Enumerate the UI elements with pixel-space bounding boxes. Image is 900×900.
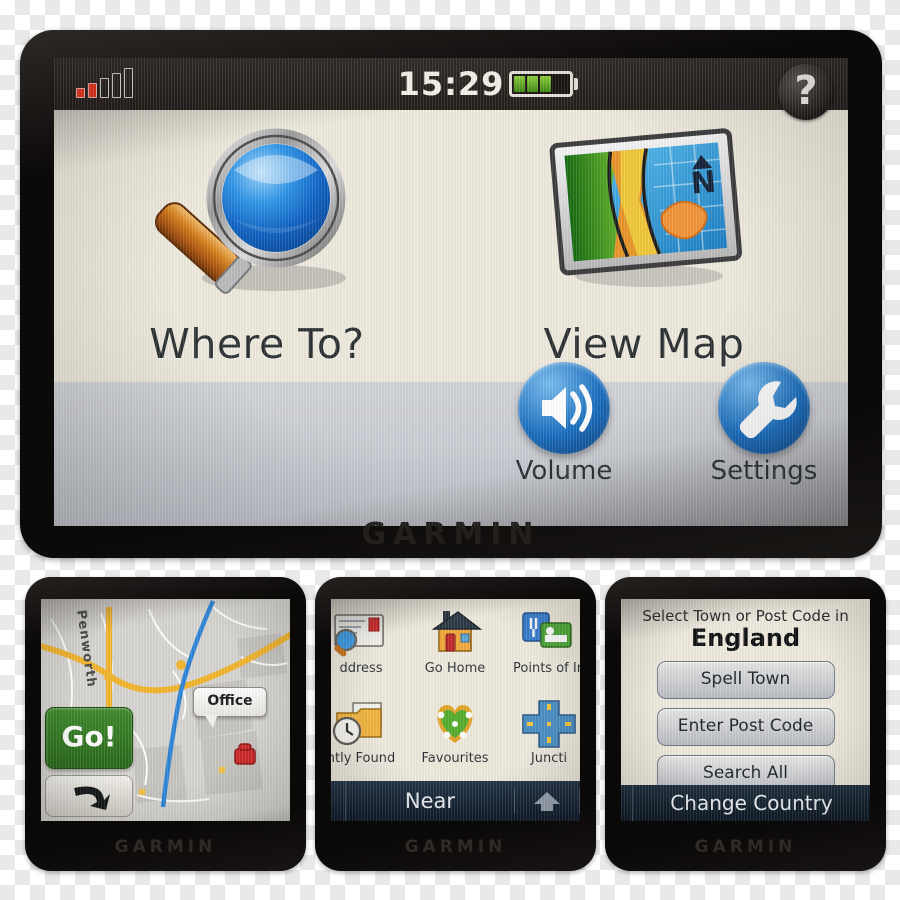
near-bar: Near xyxy=(331,781,580,821)
garmin-brand-2: GARMIN xyxy=(404,837,507,857)
map-view-device: GARMIN Penworth Office Go! xyxy=(25,577,306,871)
house-icon xyxy=(425,607,485,661)
menu-label-go-home: Go Home xyxy=(424,661,486,676)
settings-button[interactable]: Settings xyxy=(679,362,848,486)
select-town-device: GARMIN Select Town or Post Code in Engla… xyxy=(605,577,886,871)
magnifying-glass-icon xyxy=(142,126,372,316)
volume-button[interactable]: Volume xyxy=(479,362,649,486)
menu-item-recently-found[interactable]: ntly Found xyxy=(331,697,403,766)
back-button[interactable] xyxy=(45,775,133,817)
main-gps-device: GARMIN 15:29 ? Where To? N View Map Volu… xyxy=(20,30,882,558)
up-arrow-icon xyxy=(534,792,560,811)
status-bar: 15:29 ? xyxy=(54,58,848,120)
spell-town-button[interactable]: Spell Town xyxy=(656,661,835,699)
map-icon: N xyxy=(529,126,759,316)
map-view-screen: Penworth Office Go! xyxy=(41,599,290,821)
menu-label-address: ddress xyxy=(339,661,383,676)
main-device-screen: 15:29 ? Where To? N View Map Volume Sett… xyxy=(54,58,848,526)
battery-icon xyxy=(509,71,578,97)
address-envelope-icon xyxy=(331,607,391,661)
country-name: England xyxy=(690,624,801,652)
main-menu-body: Where To? N View Map Volume Settings xyxy=(54,110,848,526)
help-button[interactable]: ? xyxy=(778,64,834,120)
change-country-label: Change Country xyxy=(670,791,833,815)
near-bar-left-segment[interactable] xyxy=(331,781,346,821)
map-callout[interactable]: Office xyxy=(193,687,267,728)
where-to-button[interactable]: Where To? xyxy=(92,126,422,368)
where-to-menu-screen: ddress Go Home Points of In ntly Found F… xyxy=(331,599,580,821)
menu-item-junctions[interactable]: Juncti xyxy=(507,697,580,766)
speaker-icon xyxy=(518,362,610,454)
menu-item-points-of-interest[interactable]: Points of In xyxy=(507,607,580,676)
menu-label-recently-found: ntly Found xyxy=(331,751,396,766)
where-to-menu-device: GARMIN ddress Go Home Points of In ntly … xyxy=(315,577,596,871)
map-canvas[interactable]: Penworth Office Go! xyxy=(41,599,290,821)
menu-label-junctions: Juncti xyxy=(530,751,568,766)
scroll-up-button[interactable] xyxy=(515,788,580,814)
select-town-screen: Select Town or Post Code in England Spel… xyxy=(621,599,870,821)
points-of-interest-icon xyxy=(519,607,579,661)
enter-post-code-button[interactable]: Enter Post Code xyxy=(656,708,835,746)
where-to-label: Where To? xyxy=(149,320,365,368)
select-town-title: Select Town or Post Code in xyxy=(642,607,849,625)
menu-label-favourites: Favourites xyxy=(421,751,489,766)
garmin-brand-3: GARMIN xyxy=(694,837,797,857)
change-country-bar[interactable]: Change Country xyxy=(621,785,870,821)
go-button[interactable]: Go! xyxy=(45,707,133,769)
volume-label: Volume xyxy=(515,456,613,486)
menu-item-go-home[interactable]: Go Home xyxy=(413,607,497,676)
view-map-label: View Map xyxy=(543,320,745,368)
clock-label: 15:29 xyxy=(397,65,505,103)
svg-text:N: N xyxy=(689,165,717,202)
menu-item-address[interactable]: ddress xyxy=(331,607,403,676)
select-town-panel: Select Town or Post Code in England Spel… xyxy=(621,599,870,821)
settings-label: Settings xyxy=(710,456,818,486)
menu-label-points-of-interest: Points of In xyxy=(513,661,580,676)
near-button[interactable]: Near xyxy=(346,789,515,813)
recent-clock-folder-icon xyxy=(331,697,391,751)
junction-icon xyxy=(519,697,579,751)
menu-item-favourites[interactable]: Favourites xyxy=(413,697,497,766)
change-country-left-segment[interactable] xyxy=(621,785,633,821)
garmin-brand-1: GARMIN xyxy=(114,837,217,857)
menu-grid: ddress Go Home Points of In ntly Found F… xyxy=(331,599,580,781)
heart-icon xyxy=(425,697,485,751)
wrench-icon xyxy=(718,362,810,454)
callout-label: Office xyxy=(207,693,253,709)
garmin-brand-main: GARMIN xyxy=(361,517,541,552)
back-arrow-icon xyxy=(74,786,110,810)
view-map-button[interactable]: N View Map xyxy=(479,126,809,368)
screenshot-stage: GARMIN 15:29 ? Where To? N View Map Volu… xyxy=(0,0,900,900)
